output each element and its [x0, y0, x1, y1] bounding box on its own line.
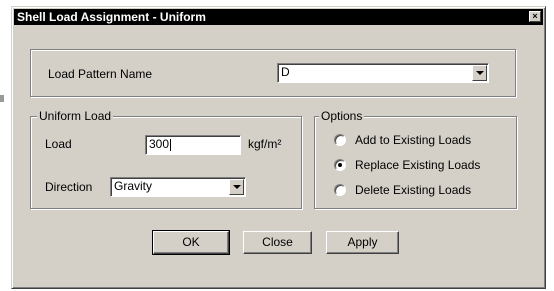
load-unit-label: kgf/m²	[248, 137, 282, 151]
replace-existing-label: Replace Existing Loads	[355, 158, 481, 172]
load-value: 300	[149, 137, 170, 151]
load-pattern-dropdown[interactable]: D	[277, 63, 489, 83]
uniform-load-group-label: Uniform Load	[37, 109, 114, 123]
add-existing-label: Add to Existing Loads	[355, 133, 472, 147]
chevron-down-icon[interactable]	[229, 179, 244, 195]
background-mark	[0, 95, 4, 102]
delete-existing-label: Delete Existing Loads	[355, 183, 472, 197]
ok-button[interactable]: OK	[152, 230, 230, 255]
text-cursor	[170, 138, 172, 151]
close-icon: ×	[532, 11, 538, 21]
close-button[interactable]: Close	[243, 231, 312, 254]
uniform-load-group: Uniform Load Load 300 kgf/m² Direction G…	[30, 109, 302, 209]
window-title: Shell Load Assignment - Uniform	[17, 10, 206, 24]
options-group: Options Add to Existing Loads Replace Ex…	[314, 109, 517, 209]
load-pattern-label: Load Pattern Name	[48, 67, 153, 81]
close-window-button[interactable]: ×	[529, 11, 541, 22]
direction-label: Direction	[45, 180, 93, 194]
delete-existing-radio[interactable]	[334, 184, 346, 196]
direction-dropdown[interactable]: Gravity	[110, 177, 246, 197]
load-label: Load	[45, 137, 72, 151]
load-pattern-value: D	[281, 65, 290, 79]
chevron-down-icon[interactable]	[472, 65, 487, 81]
load-pattern-group: Load Pattern Name D	[30, 49, 516, 97]
direction-value: Gravity	[114, 179, 153, 193]
load-value-input[interactable]: 300	[145, 135, 241, 155]
options-group-label: Options	[319, 109, 365, 123]
shell-load-assignment-dialog: Shell Load Assignment - Uniform × Load P…	[11, 6, 546, 289]
replace-existing-radio[interactable]	[334, 159, 346, 171]
add-existing-radio[interactable]	[334, 134, 346, 146]
apply-button[interactable]: Apply	[326, 231, 399, 254]
title-bar: Shell Load Assignment - Uniform ×	[14, 9, 543, 25]
